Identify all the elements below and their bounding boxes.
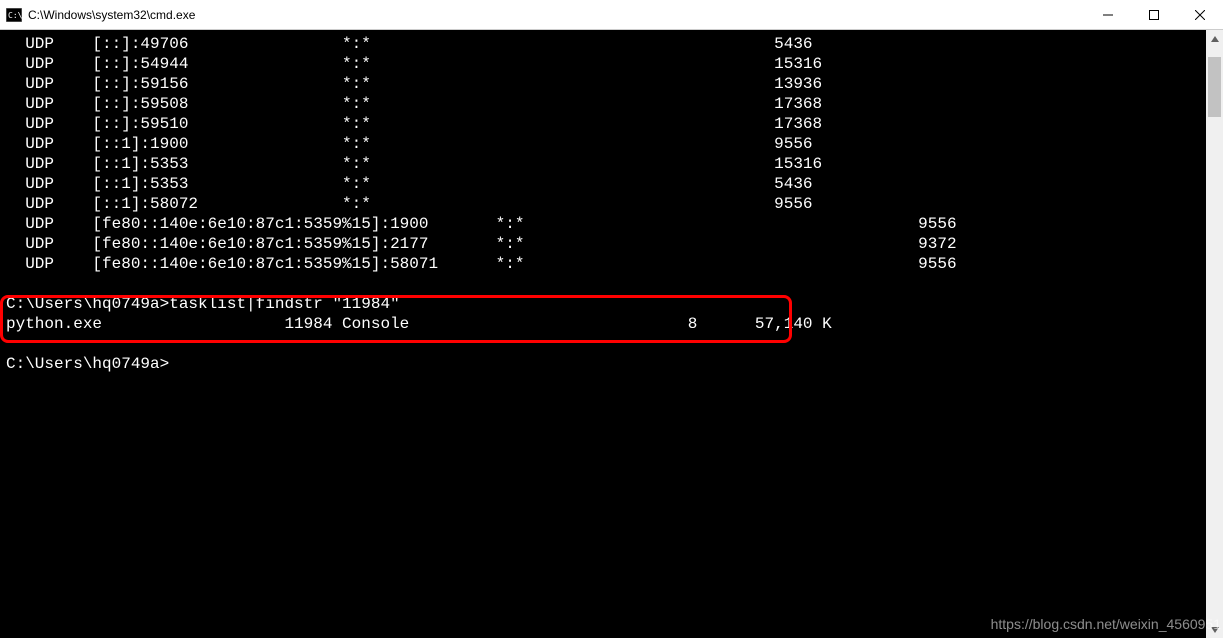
terminal-area[interactable]: UDP [::]:49706 *:* 5436 UDP [::]:54944 *…: [0, 30, 1223, 638]
terminal-output[interactable]: UDP [::]:49706 *:* 5436 UDP [::]:54944 *…: [0, 30, 1206, 638]
scroll-thumb[interactable]: [1208, 57, 1221, 117]
cmd-icon: C:\: [6, 8, 22, 22]
scroll-up-button[interactable]: [1206, 30, 1223, 47]
maximize-button[interactable]: [1131, 0, 1177, 29]
window-title: C:\Windows\system32\cmd.exe: [28, 8, 1085, 22]
scroll-track[interactable]: [1206, 47, 1223, 621]
svg-text:C:\: C:\: [8, 11, 22, 20]
minimize-button[interactable]: [1085, 0, 1131, 29]
window-controls: [1085, 0, 1223, 29]
scrollbar[interactable]: [1206, 30, 1223, 638]
close-button[interactable]: [1177, 0, 1223, 29]
watermark-text: https://blog.csdn.net/weixin_4560951: [991, 616, 1221, 632]
window-titlebar: C:\ C:\Windows\system32\cmd.exe: [0, 0, 1223, 30]
